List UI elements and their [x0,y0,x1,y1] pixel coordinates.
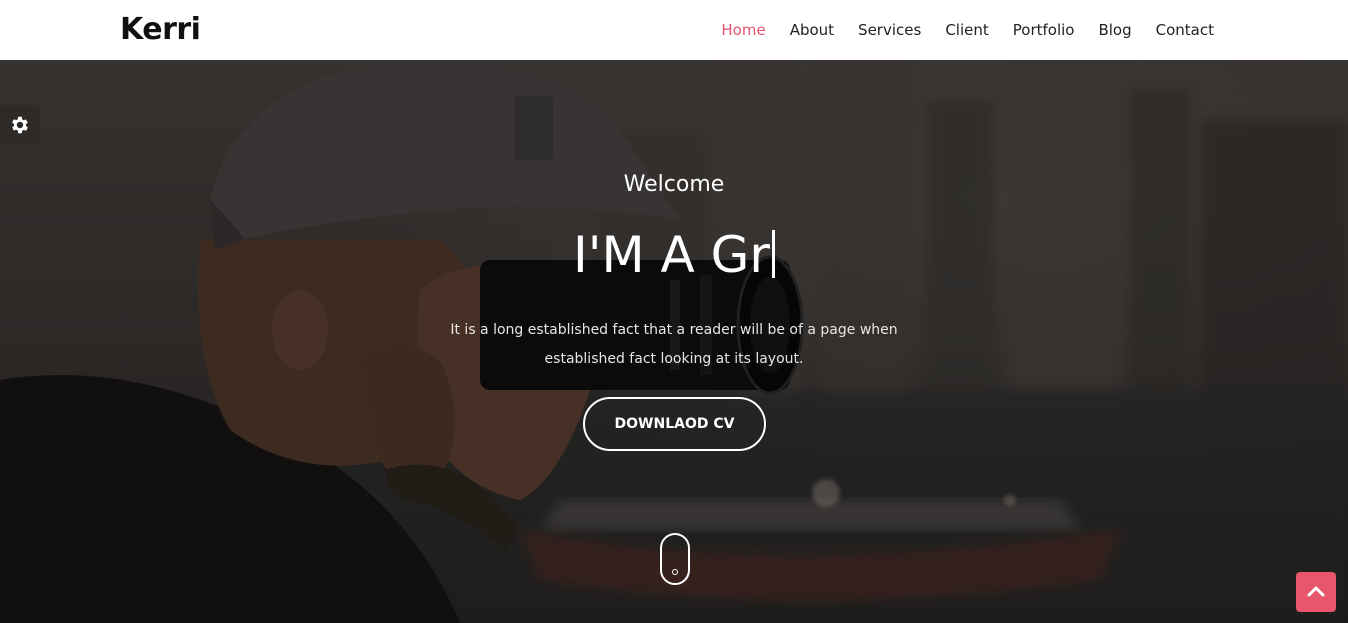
hero-section: Welcome I'M A Gr It is a long establishe… [0,60,1348,623]
hero-headline: I'M A Gr [0,226,1348,284]
hero-headline-text: I'M A Gr [573,226,770,284]
nav-item-blog[interactable]: Blog [1098,21,1131,39]
nav-item-contact[interactable]: Contact [1156,21,1214,39]
nav-item-client[interactable]: Client [945,21,988,39]
hero-description-line-1: It is a long established fact that a rea… [450,322,898,338]
back-to-top-button[interactable] [1296,572,1336,612]
settings-toggle-button[interactable] [0,105,40,145]
nav-item-services[interactable]: Services [858,21,921,39]
mouse-scroll-wheel [672,569,678,575]
hero-description: It is a long established fact that a rea… [424,316,924,374]
download-cv-button[interactable]: DOWNLAOD CV [583,397,766,451]
nav-item-home[interactable]: Home [721,21,765,39]
chevron-up-icon [1307,586,1325,597]
nav-item-portfolio[interactable]: Portfolio [1013,21,1075,39]
brand-logo[interactable]: Kerri [120,12,201,47]
nav-item-about[interactable]: About [790,21,834,39]
hero-welcome: Welcome [623,172,725,197]
typing-cursor [771,230,775,278]
hero-description-line-2: established fact looking at its layout. [544,351,804,367]
main-nav: Home About Services Client Portfolio Blo… [697,21,1214,39]
mouse-scroll-icon[interactable] [660,533,690,585]
gear-icon [12,116,28,134]
top-navbar: Kerri Home About Services Client Portfol… [0,0,1348,60]
